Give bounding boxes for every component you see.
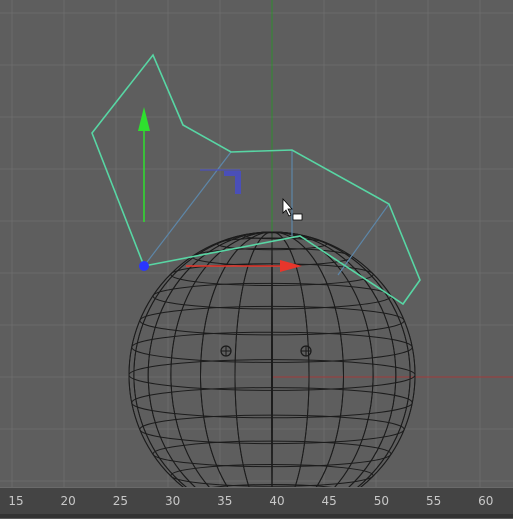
- time-slider-tick-label: 55: [425, 494, 442, 508]
- manip-x-arrow-icon[interactable]: [280, 260, 302, 272]
- time-slider-tick-label: 15: [8, 494, 24, 508]
- vertex-marker-right[interactable]: [300, 345, 312, 357]
- time-slider-tick-label: 20: [60, 494, 76, 508]
- wireframe-sphere[interactable]: [128, 231, 416, 487]
- background-grid: [0, 0, 513, 487]
- time-slider-tick-label: 60: [478, 494, 494, 508]
- viewport-3d[interactable]: [0, 0, 513, 487]
- time-slider-tick-label: 50: [373, 494, 390, 508]
- vertex-marker-left[interactable]: [220, 345, 232, 357]
- time-slider-tick-label: 45: [321, 494, 337, 508]
- time-slider-tick-label: 30: [164, 494, 181, 508]
- time-slider-scrollbar[interactable]: [0, 514, 513, 518]
- time-slider[interactable]: 15 20 25 30 35 40 45 50 55 60: [0, 487, 513, 518]
- sphere-longitude: [271, 231, 273, 487]
- viewport-canvas[interactable]: [0, 0, 513, 487]
- time-slider-tick-label: 35: [217, 494, 233, 508]
- time-slider-tick-label: 40: [269, 494, 285, 508]
- time-slider-tick-label: 25: [112, 494, 129, 508]
- pivot-point-icon[interactable]: [139, 261, 149, 271]
- manip-y-arrow-icon[interactable]: [138, 107, 150, 131]
